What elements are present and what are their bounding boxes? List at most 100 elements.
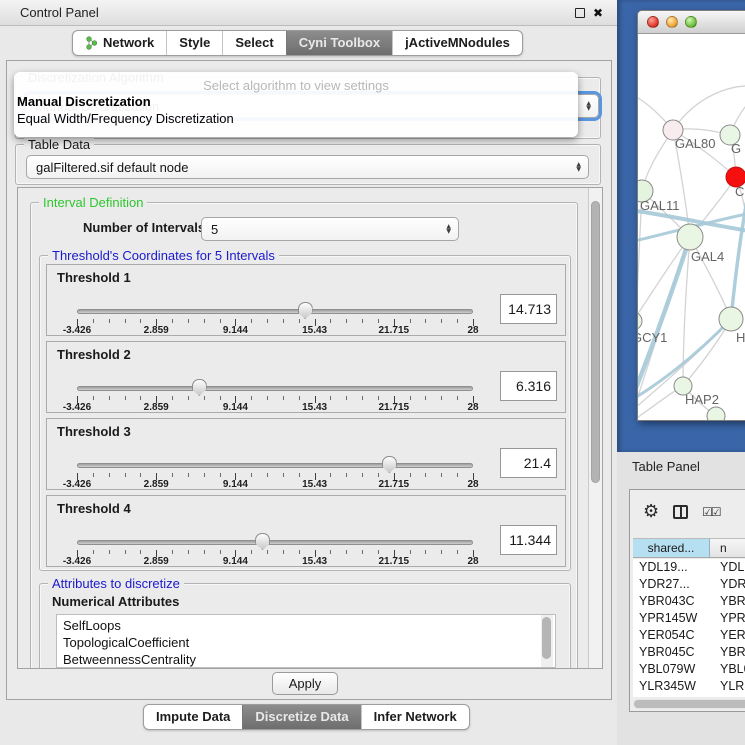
- popup-placeholder: Select algorithm to view settings: [14, 78, 578, 93]
- tab-impute-data[interactable]: Impute Data: [144, 705, 242, 729]
- cytoscape-app: Control Panel ✖ Network Style Select Cyn…: [0, 0, 745, 745]
- network-desktop: GAL80GCGAL11GAL4GCY1HHAP2: [617, 0, 745, 452]
- close-traffic-light-icon[interactable]: [647, 16, 659, 28]
- attribute-item[interactable]: BetweennessCentrality: [63, 651, 555, 668]
- settings-scroll-panel: Interval Definition Number of Intervals …: [17, 187, 603, 669]
- slider-thumb[interactable]: [192, 379, 207, 396]
- scrollbar-thumb[interactable]: [591, 201, 600, 483]
- node-table-rows: YDL19...YDL1YDR27...YDR2YBR043CYBR0YPR14…: [633, 559, 745, 697]
- combobox-stepper-icon[interactable]: ▲▼: [576, 162, 581, 172]
- columns-icon[interactable]: [673, 505, 688, 519]
- popup-option-manual-discretization[interactable]: Manual Discretization: [14, 93, 578, 110]
- attributes-group-title: Attributes to discretize: [48, 576, 184, 591]
- slider-tick-labels: -3.4262.8599.14415.4321.71528: [77, 325, 473, 337]
- network-window-titlebar: [638, 11, 745, 34]
- network-icon: [85, 36, 98, 50]
- slider-tick-labels: -3.4262.8599.14415.4321.71528: [77, 479, 473, 491]
- table-row[interactable]: YBR045CYBR0: [633, 644, 745, 661]
- threshold-3-label: Threshold 3: [57, 424, 131, 439]
- network-node-label: C: [735, 184, 744, 199]
- table-row[interactable]: YPR145WYPR1: [633, 610, 745, 627]
- table-row[interactable]: YBR043CYBR0: [633, 593, 745, 610]
- table-data-combobox[interactable]: galFiltered.sif default node ▲▼: [26, 155, 589, 179]
- threshold-4-panel: Threshold 4 -3.4262.8599.14415.4321.7152…: [46, 495, 566, 567]
- threshold-1-slider[interactable]: -3.4262.8599.14415.4321.71528: [77, 301, 473, 335]
- network-canvas[interactable]: GAL80GCGAL11GAL4GCY1HHAP2: [638, 34, 745, 421]
- interval-definition-group-title: Interval Definition: [39, 195, 147, 210]
- table-horizontal-scrollbar[interactable]: [633, 699, 745, 709]
- threshold-2-slider[interactable]: -3.4262.8599.14415.4321.71528: [77, 378, 473, 412]
- slider-track: [77, 309, 473, 314]
- table-row[interactable]: YER054CYER0: [633, 627, 745, 644]
- table-row[interactable]: YDR27...YDR2: [633, 576, 745, 593]
- thresholds-group: Threshold's Coordinates for 5 Intervals …: [39, 255, 571, 571]
- attributes-list-scrollbar[interactable]: [541, 615, 553, 667]
- table-row[interactable]: YDL19...YDL1: [633, 559, 745, 576]
- minimize-traffic-light-icon[interactable]: [666, 16, 678, 28]
- network-node[interactable]: [707, 407, 725, 421]
- cyni-toolbox-panel: Discretization Algorithm Manual Discreti…: [6, 60, 612, 700]
- network-node-label: H: [736, 330, 745, 345]
- threshold-2-panel: Threshold 2 -3.4262.8599.14415.4321.7152…: [46, 341, 566, 413]
- table-row[interactable]: YIL052CYIL0: [633, 695, 745, 697]
- tab-cyni-toolbox[interactable]: Cyni Toolbox: [286, 31, 392, 55]
- cyni-mode-tabs: Impute Data Discretize Data Infer Networ…: [143, 704, 470, 730]
- algorithm-dropdown-popup: Select algorithm to view settings Manual…: [14, 72, 578, 137]
- threshold-3-slider[interactable]: -3.4262.8599.14415.4321.71528: [77, 455, 473, 489]
- network-node-label: HAP2: [685, 392, 719, 407]
- network-graph: GAL80GCGAL11GAL4GCY1HHAP2: [638, 34, 745, 421]
- network-node[interactable]: [638, 312, 642, 330]
- threshold-3-panel: Threshold 3 -3.4262.8599.14415.4321.7152…: [46, 418, 566, 490]
- apply-button[interactable]: Apply: [272, 672, 338, 695]
- gear-icon[interactable]: ⚙: [643, 503, 659, 521]
- tab-jactivemnodules[interactable]: jActiveMNodules: [392, 31, 522, 55]
- column-header-shared-name[interactable]: shared...: [633, 539, 710, 557]
- tab-style[interactable]: Style: [166, 31, 222, 55]
- table-panel-title: Table Panel: [632, 459, 700, 474]
- right-region: GAL80GCGAL11GAL4GCY1HHAP2 Table Panel ⚙ …: [617, 0, 745, 745]
- control-panel-titlebar: Control Panel ✖: [0, 0, 617, 26]
- network-node[interactable]: [719, 307, 743, 331]
- attribute-item[interactable]: TopologicalCoefficient: [63, 634, 555, 651]
- threshold-2-value-field[interactable]: 6.316: [500, 371, 557, 401]
- thresholds-group-title: Threshold's Coordinates for 5 Intervals: [48, 248, 279, 263]
- number-of-intervals-combobox[interactable]: 5 ▲▼: [201, 217, 459, 241]
- zoom-traffic-light-icon[interactable]: [685, 16, 697, 28]
- threshold-1-label: Threshold 1: [57, 270, 131, 285]
- threshold-1-value-field[interactable]: 14.713: [500, 294, 557, 324]
- float-window-icon[interactable]: [575, 8, 585, 18]
- select-columns-icon[interactable]: ☑☑: [702, 505, 720, 519]
- number-of-intervals-value: 5: [211, 222, 218, 237]
- table-data-group-title: Table Data: [24, 137, 94, 152]
- attribute-item[interactable]: SelfLoops: [63, 617, 555, 634]
- threshold-1-panel: Threshold 1 -3.4262.8599.14415.4321.7152…: [46, 264, 566, 336]
- combobox-stepper-icon[interactable]: ▲▼: [586, 101, 591, 111]
- slider-track: [77, 463, 473, 468]
- numerical-attributes-list[interactable]: SelfLoopsTopologicalCoefficientBetweenne…: [56, 614, 556, 668]
- slider-track: [77, 386, 473, 391]
- slider-tick-labels: -3.4262.8599.14415.4321.71528: [77, 402, 473, 414]
- tab-network[interactable]: Network: [73, 31, 166, 55]
- threshold-4-slider[interactable]: -3.4262.8599.14415.4321.71528: [77, 532, 473, 566]
- table-row[interactable]: YLR345WYLR3: [633, 678, 745, 695]
- slider-thumb[interactable]: [298, 302, 313, 319]
- scrollbar-thumb[interactable]: [634, 700, 745, 708]
- slider-thumb[interactable]: [382, 456, 397, 473]
- threshold-3-value-field[interactable]: 21.4: [500, 448, 557, 478]
- network-node[interactable]: [677, 224, 703, 250]
- threshold-4-value-field[interactable]: 11.344: [500, 525, 557, 555]
- tab-discretize-data[interactable]: Discretize Data: [242, 705, 360, 729]
- control-panel: Control Panel ✖ Network Style Select Cyn…: [0, 0, 617, 745]
- slider-thumb[interactable]: [255, 533, 270, 550]
- network-view-window[interactable]: GAL80GCGAL11GAL4GCY1HHAP2: [637, 10, 745, 421]
- tab-select[interactable]: Select: [222, 31, 285, 55]
- column-header-name[interactable]: n: [710, 539, 745, 557]
- popup-option-equal-width-frequency[interactable]: Equal Width/Frequency Discretization: [14, 110, 578, 127]
- control-panel-tabs: Network Style Select Cyni Toolbox jActiv…: [72, 30, 523, 56]
- settings-vertical-scrollbar[interactable]: [588, 188, 602, 668]
- attributes-group: Attributes to discretize Numerical Attri…: [39, 583, 571, 669]
- close-icon[interactable]: ✖: [593, 7, 603, 19]
- combobox-stepper-icon[interactable]: ▲▼: [446, 224, 451, 234]
- table-row[interactable]: YBL079WYBL0: [633, 661, 745, 678]
- tab-infer-network[interactable]: Infer Network: [361, 705, 469, 729]
